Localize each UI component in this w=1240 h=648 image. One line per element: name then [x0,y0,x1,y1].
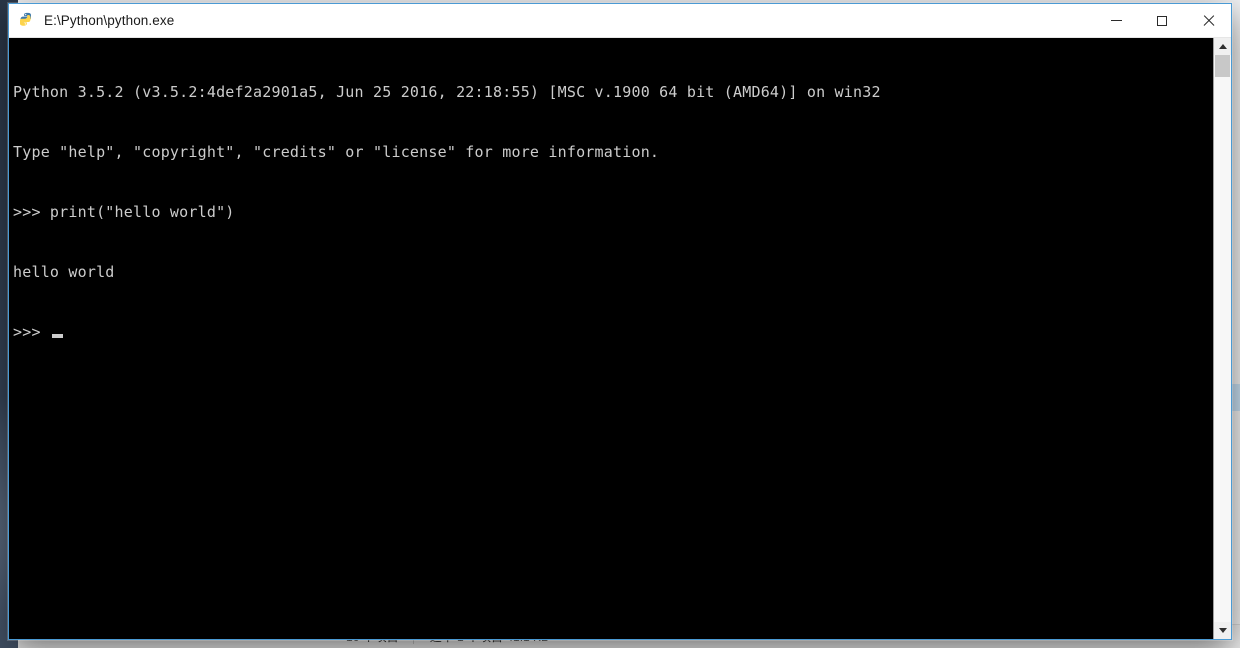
maximize-button[interactable] [1139,5,1185,37]
scrollbar-thumb[interactable] [1215,55,1230,77]
scroll-up-button[interactable] [1214,38,1231,55]
console-line: Python 3.5.2 (v3.5.2:4def2a2901a5, Jun 2… [13,83,881,101]
console-line: Type "help", "copyright", "credits" or "… [13,143,660,161]
python-console-window[interactable]: E:\Python\python.exe Python 3.5.2 (v3.5.… [8,3,1232,640]
console-output[interactable]: Python 3.5.2 (v3.5.2:4def2a2901a5, Jun 2… [9,38,1213,639]
console-body[interactable]: Python 3.5.2 (v3.5.2:4def2a2901a5, Jun 2… [9,38,1231,639]
minimize-icon [1110,20,1122,21]
python-logo-icon [20,12,31,26]
window-title: E:\Python\python.exe [44,13,175,28]
title-bar[interactable]: E:\Python\python.exe [9,4,1231,38]
prompt-label: >>> [13,323,41,341]
chevron-down-icon [1218,628,1227,633]
console-scrollbar[interactable] [1213,38,1231,639]
close-icon [1202,15,1214,27]
console-line: >>> print("hello world") [13,203,235,221]
text-cursor [51,334,63,338]
minimize-button[interactable] [1093,5,1139,37]
chevron-up-icon [1218,44,1227,49]
scroll-down-button[interactable] [1214,622,1231,639]
maximize-icon [1157,15,1167,26]
close-button[interactable] [1185,5,1231,37]
scrollbar-track[interactable] [1214,55,1231,622]
console-line: hello world [13,263,115,281]
console-prompt-line[interactable]: >>> [13,322,1213,342]
screen: B B B B B B B B 16 个项目 选中 1 个项目 41.1 KB … [0,0,1240,648]
